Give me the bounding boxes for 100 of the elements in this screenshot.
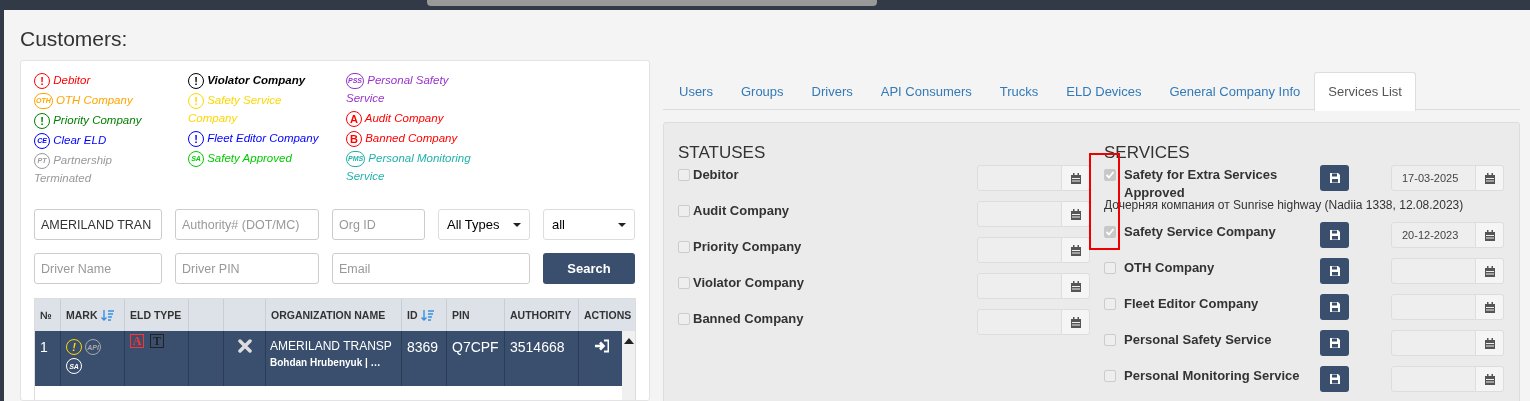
input-field[interactable]: Authority# (DOT/MC) (175, 209, 319, 240)
legend-item: ! Safety Service Company (188, 91, 283, 126)
tab[interactable]: Drivers (797, 72, 867, 109)
save-button[interactable] (1320, 222, 1349, 248)
checkbox[interactable] (1104, 334, 1116, 346)
sort-icon[interactable] (420, 309, 435, 321)
dropdown[interactable]: All Types (438, 209, 530, 240)
sort-icon[interactable] (100, 309, 115, 321)
section-title: STATUSES (678, 143, 766, 164)
date-field[interactable] (977, 309, 1062, 335)
status-label: Violator Company (693, 274, 804, 292)
tab[interactable]: Trucks (985, 72, 1053, 109)
legend-item: ! Priority Company (34, 111, 142, 129)
checkbox[interactable] (1104, 169, 1116, 181)
input-field[interactable]: Org ID (332, 209, 425, 240)
service-label: OTH Company (1124, 259, 1215, 277)
close-icon (237, 339, 252, 353)
checkbox[interactable] (678, 277, 690, 289)
calendar-button[interactable] (1476, 294, 1504, 320)
save-button[interactable] (1320, 366, 1349, 392)
calendar-button[interactable] (1062, 237, 1090, 263)
date-field[interactable] (977, 237, 1062, 263)
column-header: ACTIONS (583, 308, 633, 323)
calendar-button[interactable] (1476, 330, 1504, 356)
date-field[interactable] (977, 165, 1062, 191)
calendar-button[interactable] (1062, 165, 1090, 191)
save-icon (1328, 301, 1341, 313)
eld-type-badge: T (150, 334, 164, 348)
calendar-button[interactable] (1062, 201, 1090, 227)
calendar-button[interactable] (1062, 309, 1090, 335)
organization-owner: Bohdan Hrubenyuk | … (270, 357, 381, 368)
tab[interactable]: ELD Devices (1052, 72, 1156, 109)
date-field[interactable] (1391, 258, 1476, 284)
table-cell: Q7CPF (452, 339, 499, 355)
calendar-icon (1483, 337, 1496, 349)
checkbox[interactable] (1104, 370, 1116, 382)
calendar-button[interactable] (1062, 273, 1090, 299)
scrollbar[interactable] (622, 331, 635, 400)
date-field[interactable] (977, 273, 1062, 299)
search-button[interactable]: Search (543, 253, 635, 284)
tab[interactable]: API Consumers (866, 72, 986, 109)
calendar-icon (1069, 208, 1082, 220)
tab[interactable]: Users (665, 72, 727, 109)
save-button[interactable] (1320, 258, 1349, 284)
calendar-icon (1069, 316, 1082, 328)
input-field[interactable]: Driver Name (34, 253, 162, 284)
status-label: Banned Company (693, 310, 804, 328)
date-field[interactable] (1391, 330, 1476, 356)
section-title: SERVICES (1104, 143, 1190, 164)
table-cell: 3514668 (510, 339, 565, 355)
date-field[interactable] (1391, 294, 1476, 320)
checkbox[interactable] (1104, 298, 1116, 310)
date-field[interactable]: 20-12-2023 (1391, 222, 1476, 248)
service-label: Personal Monitoring Service (1124, 367, 1300, 385)
legend-item: ! Debitor (34, 71, 91, 89)
eld-type-badge: A (130, 334, 144, 348)
legend-item: A Audit Company (346, 109, 444, 127)
service-label: Personal Safety Service (1124, 331, 1272, 349)
sign-in-icon[interactable] (592, 339, 609, 353)
calendar-icon (1069, 244, 1082, 256)
save-icon (1328, 265, 1341, 277)
save-button[interactable] (1320, 330, 1349, 356)
tab[interactable]: General Company Info (1155, 72, 1315, 109)
checkbox[interactable] (678, 169, 690, 181)
calendar-button[interactable] (1476, 222, 1504, 248)
caret-icon (513, 222, 521, 227)
calendar-icon (1483, 229, 1496, 241)
calendar-icon (1483, 301, 1496, 313)
calendar-icon (1483, 172, 1496, 184)
checkbox[interactable] (1104, 226, 1116, 238)
checkbox[interactable] (678, 241, 690, 253)
date-field[interactable] (1391, 366, 1476, 392)
calendar-button[interactable] (1476, 366, 1504, 392)
status-label: Priority Company (693, 238, 802, 256)
tab[interactable]: Groups (726, 72, 798, 109)
status-label: Debitor (693, 166, 739, 184)
date-field[interactable]: 17-03-2025 (1391, 165, 1476, 191)
checkbox[interactable] (678, 313, 690, 325)
legend-item: B Banned Company (346, 129, 458, 147)
date-field[interactable] (977, 201, 1062, 227)
dropdown[interactable]: all (543, 209, 635, 240)
save-button[interactable] (1320, 294, 1349, 320)
checkbox[interactable] (678, 205, 690, 217)
legend-item: ! Violator Company (188, 71, 306, 89)
calendar-icon (1069, 280, 1082, 292)
organization-name: AMERILAND TRANSP (270, 339, 392, 353)
save-button[interactable] (1320, 165, 1349, 191)
service-label: Safety Service Company (1124, 223, 1276, 241)
input-field[interactable]: AMERILAND TRAN (34, 209, 162, 240)
checkbox[interactable] (1104, 262, 1116, 274)
input-field[interactable]: Driver PIN (175, 253, 319, 284)
caret-icon (618, 222, 626, 227)
tab[interactable]: Services List (1314, 72, 1416, 111)
save-icon (1328, 373, 1341, 385)
legend-item: ! Fleet Editor Company (188, 129, 319, 147)
calendar-button[interactable] (1476, 258, 1504, 284)
calendar-button[interactable] (1476, 165, 1504, 191)
save-icon (1328, 229, 1341, 241)
scroll-up-icon[interactable] (624, 338, 634, 344)
input-field[interactable]: Email (332, 253, 530, 284)
